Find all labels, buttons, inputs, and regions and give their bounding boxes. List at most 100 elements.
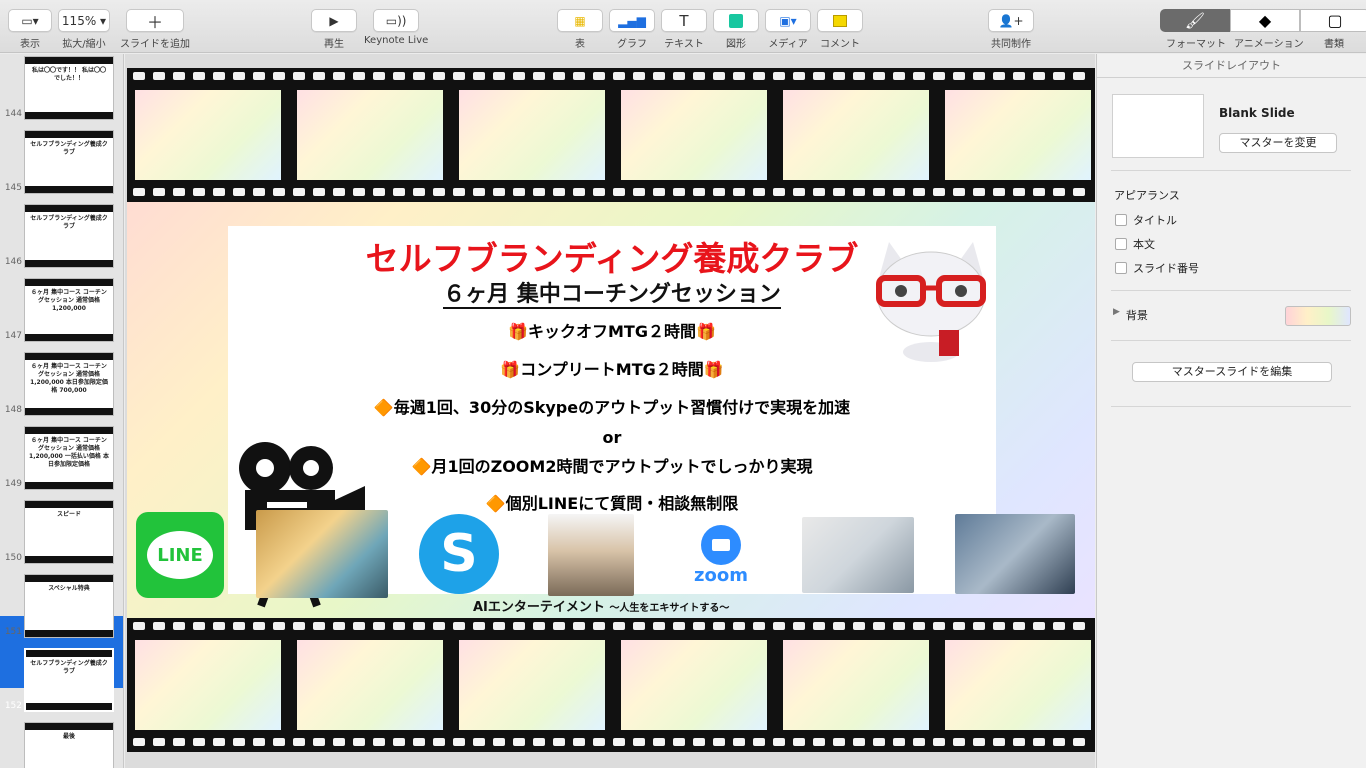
inspector-segmented-control[interactable]: 🖌 ◆ ▢ xyxy=(1160,9,1366,32)
sidebar-icon[interactable]: ▭▾ xyxy=(8,9,52,32)
film-hole xyxy=(573,188,585,196)
film-hole xyxy=(773,72,785,80)
slide-thumbnail[interactable]: スペシャル特典 xyxy=(24,574,114,638)
film-hole xyxy=(913,738,925,746)
line-logo[interactable]: LINE xyxy=(136,512,224,598)
text-tool[interactable]: T テキスト xyxy=(661,9,707,50)
slide[interactable]: セルフブランディング養成クラブ ６ヶ月 集中コーチングセッション 🎁キックオフM… xyxy=(127,68,1095,752)
text-icon[interactable]: T xyxy=(661,9,707,32)
film-hole xyxy=(473,188,485,196)
skype-logo[interactable]: S xyxy=(417,510,501,598)
thumb-film-strip xyxy=(25,353,113,360)
background-disclosure[interactable]: ▶ 背景 xyxy=(1113,307,1148,323)
laptop-meeting-photo[interactable] xyxy=(802,517,914,593)
table-icon[interactable]: ▦ xyxy=(557,9,603,32)
play-tool[interactable]: ▶ 再生 xyxy=(311,9,357,50)
add-slide-tool[interactable]: ＋ スライドを追加 xyxy=(120,9,190,50)
table-tool[interactable]: ▦ 表 xyxy=(557,9,603,50)
slide-thumbnail[interactable]: セルフブランディング養成クラブ xyxy=(24,130,114,194)
checkbox-box[interactable] xyxy=(1115,214,1127,226)
chart-tool[interactable]: ▂▄▆ グラフ xyxy=(609,9,655,50)
title-checkbox[interactable]: タイトル xyxy=(1115,212,1177,228)
film-hole xyxy=(633,622,645,630)
woman-phone-photo[interactable] xyxy=(256,510,388,598)
divider xyxy=(1111,340,1351,341)
film-hole xyxy=(753,72,765,80)
film-hole xyxy=(373,188,385,196)
slide-canvas[interactable]: セルフブランディング養成クラブ ６ヶ月 集中コーチングセッション 🎁キックオフM… xyxy=(125,54,1095,768)
film-frame xyxy=(783,90,929,180)
plus-icon[interactable]: ＋ xyxy=(126,9,184,32)
film-hole xyxy=(733,188,745,196)
slide-thumbnail[interactable]: 最後 xyxy=(24,722,114,768)
play-icon[interactable]: ▶ xyxy=(311,9,357,32)
change-master-button[interactable]: マスターを変更 xyxy=(1219,133,1337,153)
shape-icon[interactable] xyxy=(713,9,759,32)
zoom-value: 115% xyxy=(61,13,97,28)
slide-thumbnail[interactable]: セルフブランディング養成クラブ xyxy=(24,204,114,268)
checkbox-box[interactable] xyxy=(1115,262,1127,274)
film-hole xyxy=(433,622,445,630)
thumb-film-strip xyxy=(25,131,113,138)
slide-thumbnail[interactable]: ６ヶ月 集中コース コーチングセッション 通常価格 1,200,000 一括払い… xyxy=(24,426,114,490)
comment-icon[interactable] xyxy=(817,9,863,32)
slide-navigator[interactable]: 私は〇〇です！！ 私は〇〇でした！！ 144 セルフブランディング養成クラブ 145 セ… xyxy=(0,54,124,768)
layout-name: Blank Slide xyxy=(1219,106,1295,120)
film-hole xyxy=(273,72,285,80)
animate-diamond-icon[interactable]: ◆ xyxy=(1230,9,1300,32)
checkbox-box[interactable] xyxy=(1115,238,1127,250)
film-hole xyxy=(873,738,885,746)
film-hole xyxy=(973,622,985,630)
thumb-film-strip xyxy=(25,186,113,193)
collaborate-tool[interactable]: 👤+ 共同制作 xyxy=(988,9,1034,50)
film-strip-top xyxy=(127,68,1095,202)
film-hole xyxy=(553,72,565,80)
body-checkbox[interactable]: 本文 xyxy=(1115,236,1155,252)
thumb-text: 私は〇〇です！！ 私は〇〇でした！！ xyxy=(31,67,107,82)
media-tool[interactable]: ▣▾ メディア xyxy=(765,9,811,50)
zoom-logo[interactable]: zoom xyxy=(677,520,765,590)
comment-tool[interactable]: コメント xyxy=(817,9,863,50)
film-frame xyxy=(621,640,767,730)
chart-icon[interactable]: ▂▄▆ xyxy=(609,9,655,32)
document-icon[interactable]: ▢ xyxy=(1300,9,1366,32)
film-hole xyxy=(933,188,945,196)
background-color-well[interactable] xyxy=(1285,306,1351,326)
film-hole xyxy=(633,188,645,196)
collaborate-icon[interactable]: 👤+ xyxy=(988,9,1034,32)
slide-number-checkbox[interactable]: スライド番号 xyxy=(1115,260,1199,276)
film-hole xyxy=(553,622,565,630)
zoom-tool[interactable]: 115% ▾ 拡大/縮小 xyxy=(58,9,110,50)
format-brush-icon[interactable]: 🖌 xyxy=(1160,9,1230,32)
film-hole xyxy=(373,72,385,80)
shape-tool[interactable]: 図形 xyxy=(713,9,759,50)
disclosure-triangle-icon[interactable]: ▶ xyxy=(1113,307,1120,323)
cat-mascot-image[interactable] xyxy=(869,232,993,362)
man-phone-photo[interactable] xyxy=(548,514,634,596)
film-holes xyxy=(127,188,1095,198)
layout-thumbnail[interactable] xyxy=(1112,94,1204,158)
video-call-photo[interactable] xyxy=(955,514,1075,594)
film-hole xyxy=(833,738,845,746)
edit-master-slide-button[interactable]: マスタースライドを編集 xyxy=(1132,362,1332,382)
film-hole xyxy=(793,188,805,196)
keynote-live-icon[interactable]: ▭)) xyxy=(373,9,420,32)
line-logo-text: LINE xyxy=(147,531,213,579)
film-hole xyxy=(313,622,325,630)
bullet-skype[interactable]: 🔶毎週1回、30分のSkypeのアウトプット習慣付けで実現を加速 xyxy=(245,394,979,418)
slide-thumbnail[interactable]: セルフブランディング養成クラブ xyxy=(24,648,114,712)
slide-thumbnail[interactable]: 私は〇〇です！！ 私は〇〇でした！！ xyxy=(24,56,114,120)
film-hole xyxy=(413,72,425,80)
zoom-select[interactable]: 115% ▾ xyxy=(58,9,110,32)
slide-caption[interactable]: AIエンターテイメント 〜人生をエキサイトする〜 xyxy=(473,596,729,615)
film-hole xyxy=(873,188,885,196)
keynote-live-tool[interactable]: ▭)) Keynote Live xyxy=(364,9,428,46)
media-icon[interactable]: ▣▾ xyxy=(765,9,811,32)
slide-thumbnail[interactable]: ６ヶ月 集中コース コーチングセッション 通常価格 1,200,000 本日参加… xyxy=(24,352,114,416)
slide-thumbnail[interactable]: ６ヶ月 集中コース コーチングセッション 通常価格 1,200,000 xyxy=(24,278,114,342)
film-hole xyxy=(253,72,265,80)
slide-thumbnail[interactable]: スピード xyxy=(24,500,114,564)
view-tool[interactable]: ▭▾ 表示 xyxy=(8,9,52,50)
film-hole xyxy=(693,738,705,746)
film-hole xyxy=(813,622,825,630)
